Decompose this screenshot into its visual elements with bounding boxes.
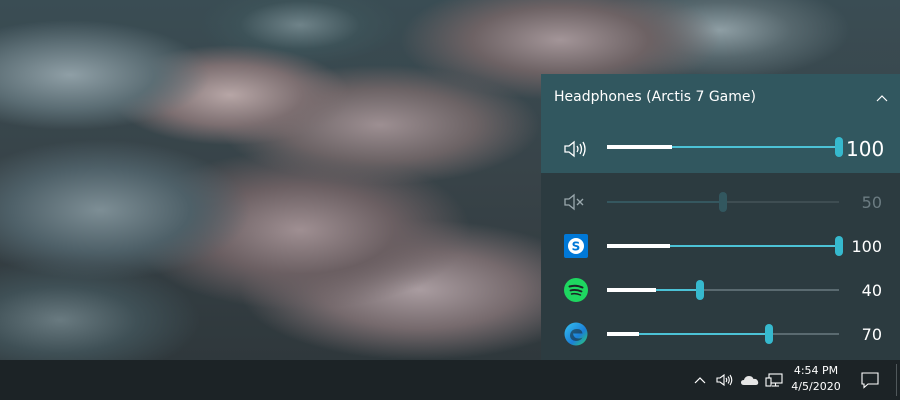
app-row-edge: 70 — [541, 312, 900, 356]
spotify-icon — [564, 278, 588, 302]
collapse-button[interactable] — [870, 86, 894, 110]
spotify-volume-slider[interactable] — [607, 280, 839, 300]
app-row-skype: S 100 — [541, 224, 900, 268]
slider-thumb[interactable] — [835, 236, 843, 256]
slider-fill — [607, 201, 723, 203]
master-mute-button[interactable] — [562, 135, 590, 163]
slider-thumb[interactable] — [695, 280, 704, 300]
master-volume-value: 100 — [846, 137, 885, 161]
action-center-button[interactable] — [859, 370, 881, 390]
device-name[interactable]: Headphones (Arctis 7 Game) — [554, 89, 756, 105]
peak-meter — [607, 244, 670, 248]
network-icon — [765, 373, 783, 387]
system-sounds-volume-slider[interactable] — [607, 192, 839, 212]
taskbar: 4:54 PM 4/5/2020 — [0, 360, 900, 400]
spotify-volume-value: 40 — [861, 281, 882, 300]
volume-tray-button[interactable] — [714, 370, 736, 390]
speaker-icon — [716, 373, 733, 387]
taskbar-clock[interactable]: 4:54 PM 4/5/2020 — [788, 363, 844, 395]
svg-text:S: S — [572, 240, 581, 254]
system-sounds-volume-value: 50 — [861, 193, 882, 212]
peak-meter — [607, 332, 640, 336]
clock-time: 4:54 PM — [793, 364, 839, 377]
speaker-icon — [564, 140, 586, 158]
show-desktop-button[interactable] — [896, 364, 897, 396]
slider-thumb[interactable] — [765, 324, 774, 344]
app-row-system-sounds: 50 — [541, 180, 900, 224]
clock-date: 4/5/2020 — [791, 380, 841, 393]
edge-volume-value: 70 — [861, 325, 882, 344]
system-sounds-mute-button[interactable] — [562, 188, 590, 216]
skype-icon: S — [564, 234, 588, 258]
onedrive-cloud-icon — [741, 376, 759, 385]
slider-thumb[interactable] — [719, 192, 727, 212]
action-center-icon — [861, 372, 879, 389]
network-tray-button[interactable] — [764, 370, 784, 390]
edge-volume-slider[interactable] — [607, 324, 839, 344]
spotify-mute-button[interactable] — [562, 276, 590, 304]
edge-icon — [564, 322, 588, 346]
show-hidden-icons-button[interactable] — [692, 370, 708, 390]
chevron-up-icon — [876, 95, 888, 102]
flyout-header: Headphones (Arctis 7 Game) — [541, 74, 900, 124]
peak-meter — [607, 145, 672, 149]
master-volume-row: 100 — [541, 124, 900, 173]
edge-mute-button[interactable] — [562, 320, 590, 348]
onedrive-tray-button[interactable] — [739, 370, 761, 390]
skype-volume-value: 100 — [851, 237, 882, 256]
slider-thumb[interactable] — [835, 137, 843, 157]
volume-mixer-flyout: Headphones (Arctis 7 Game) 100 50 S 100 … — [541, 74, 900, 360]
peak-meter — [607, 288, 656, 292]
master-volume-slider[interactable] — [607, 137, 843, 157]
skype-volume-slider[interactable] — [607, 236, 843, 256]
chevron-up-icon — [694, 377, 706, 384]
app-row-spotify: 40 — [541, 268, 900, 312]
speaker-muted-icon — [564, 193, 584, 211]
skype-mute-button[interactable]: S — [562, 232, 590, 260]
